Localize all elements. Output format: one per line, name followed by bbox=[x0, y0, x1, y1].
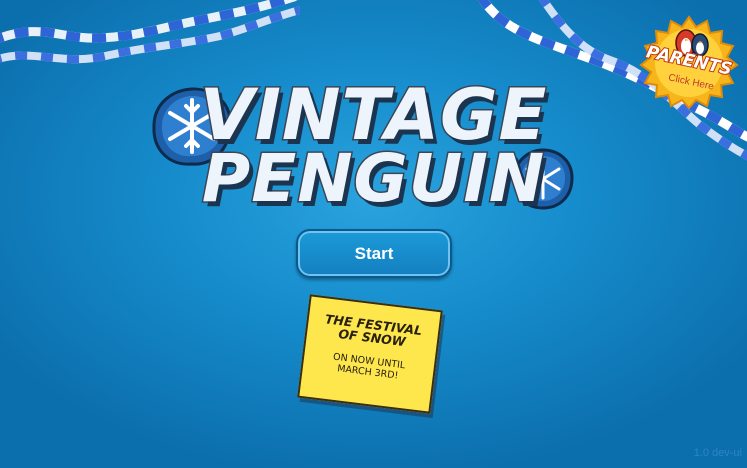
streamer-left-decoration bbox=[0, 0, 300, 64]
game-stage: VINTAGE PENGUIN Start THE FESTIVAL OF SN… bbox=[0, 0, 747, 468]
parents-badge[interactable]: PARENTS Click Here bbox=[636, 15, 742, 109]
event-sticky-note[interactable]: THE FESTIVAL OF SNOW ON NOW UNTIL MARCH … bbox=[297, 294, 443, 414]
event-subtitle: ON NOW UNTIL MARCH 3RD! bbox=[332, 351, 406, 382]
start-button[interactable]: Start bbox=[296, 229, 452, 278]
version-label: 1.0 dev-ui bbox=[693, 447, 742, 459]
event-title: THE FESTIVAL OF SNOW bbox=[324, 311, 423, 350]
game-title-line-2: PENGUIN bbox=[200, 139, 546, 219]
